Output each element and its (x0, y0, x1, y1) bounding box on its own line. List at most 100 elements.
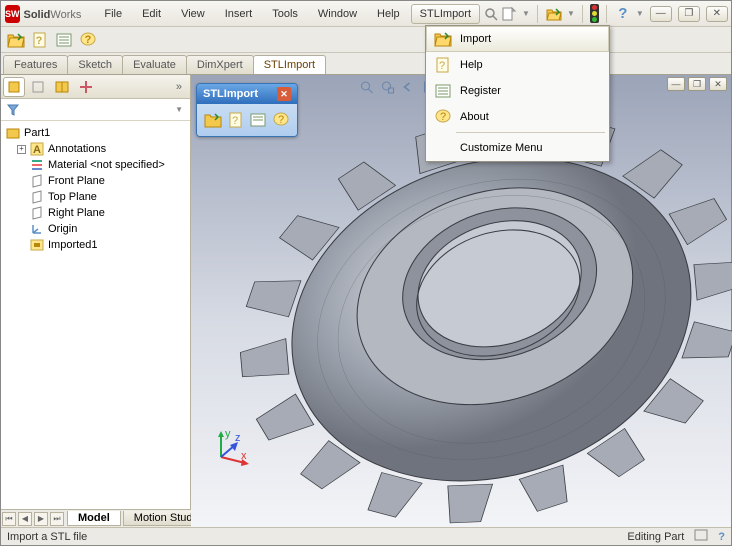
palette-about-icon[interactable]: ? (271, 110, 291, 130)
side-tab-feature-icon[interactable] (3, 77, 25, 97)
title-toolbar: ▼ ▼ ? ▼ — ❐ ✕ (500, 4, 728, 23)
menu-item-about[interactable]: ? About (426, 104, 609, 130)
ribbon-tabs: Features Sketch Evaluate DimXpert STLImp… (1, 53, 731, 75)
dropdown-arrow-icon[interactable]: ▼ (567, 9, 575, 18)
tree-label: Right Plane (48, 207, 105, 219)
tree-filter-bar: ▼ (1, 99, 190, 121)
tab-dimxpert[interactable]: DimXpert (186, 55, 254, 74)
menu-window[interactable]: Window (309, 4, 366, 24)
status-mode: Editing Part (627, 531, 684, 543)
side-tab-config-icon[interactable] (51, 77, 73, 97)
stlimport-palette[interactable]: STLImport ✕ ? ? (196, 83, 298, 137)
app-logo: SW (5, 5, 20, 23)
menu-separator (456, 132, 605, 133)
tree-filter-input[interactable] (25, 104, 172, 116)
titlebar: SW SolidWorks File Edit View Insert Tool… (1, 1, 731, 27)
menubar: File Edit View Insert Tools Window Help … (95, 4, 500, 24)
help-doc-icon[interactable]: ? (29, 29, 51, 51)
tree-label: Imported1 (48, 239, 98, 251)
tab-nav-next-icon[interactable]: ▶ (34, 512, 48, 526)
menu-label: About (460, 111, 489, 123)
prev-view-icon[interactable] (400, 78, 418, 96)
dropdown-arrow-icon[interactable]: ▼ (636, 9, 644, 18)
menu-file[interactable]: File (95, 4, 131, 24)
menu-help[interactable]: Help (368, 4, 409, 24)
new-doc-icon[interactable] (500, 5, 518, 23)
help-doc-icon: ? (432, 56, 454, 74)
annotations-icon: A (29, 142, 45, 156)
traffic-icon[interactable] (590, 4, 599, 23)
filter-dropdown-icon[interactable]: ▼ (172, 105, 186, 114)
svg-text:?: ? (36, 35, 43, 47)
palette-close-button[interactable]: ✕ (277, 87, 291, 101)
import-folder-icon (432, 30, 454, 48)
tree-item-right-plane[interactable]: Right Plane (3, 205, 188, 221)
window-minimize-button[interactable]: — (650, 6, 672, 22)
tab-sketch[interactable]: Sketch (67, 55, 123, 74)
brand-works: Works (50, 9, 81, 21)
palette-help-icon[interactable]: ? (226, 110, 246, 130)
tree-item-top-plane[interactable]: Top Plane (3, 189, 188, 205)
menu-insert[interactable]: Insert (216, 4, 262, 24)
zoom-area-icon[interactable] (379, 78, 397, 96)
svg-text:z: z (235, 432, 241, 444)
status-help-icon[interactable]: ? (718, 531, 725, 543)
blank-icon (432, 139, 454, 157)
tab-nav-first-icon[interactable]: ⏮ (2, 512, 16, 526)
register-list-icon[interactable] (53, 29, 75, 51)
tree-root[interactable]: Part1 (3, 125, 188, 141)
menu-stlimport[interactable]: STLImport (411, 4, 480, 24)
svg-text:?: ? (439, 60, 445, 72)
tab-evaluate[interactable]: Evaluate (122, 55, 187, 74)
tab-nav-prev-icon[interactable]: ◀ (18, 512, 32, 526)
tree-item-origin[interactable]: Origin (3, 221, 188, 237)
viewport-close-button[interactable]: ✕ (709, 77, 727, 91)
side-tab-bar: » (1, 75, 190, 99)
tree-label: Material <not specified> (48, 159, 165, 171)
viewport-restore-button[interactable]: ❐ (688, 77, 706, 91)
window-close-button[interactable]: ✕ (706, 6, 728, 22)
side-collapse-chevron-icon[interactable]: » (170, 81, 188, 93)
menu-label: Customize Menu (460, 142, 543, 154)
side-tab-dimxpert-icon[interactable] (75, 77, 97, 97)
menu-item-customize[interactable]: Customize Menu (426, 135, 609, 161)
viewport-window-buttons: — ❐ ✕ (667, 77, 727, 91)
tree-item-imported1[interactable]: Imported1 (3, 237, 188, 253)
funnel-icon[interactable] (5, 103, 21, 117)
brand-solid: Solid (24, 9, 51, 21)
bottom-tab-model[interactable]: Model (67, 511, 121, 526)
menu-item-register[interactable]: Register (426, 78, 609, 104)
zoom-fit-icon[interactable] (358, 78, 376, 96)
dropdown-arrow-icon[interactable]: ▼ (522, 9, 530, 18)
side-tab-property-icon[interactable] (27, 77, 49, 97)
tab-features[interactable]: Features (3, 55, 68, 74)
menu-view[interactable]: View (172, 4, 214, 24)
origin-icon (29, 222, 45, 236)
main-area: » ▼ Part1 + A Annotations Material <not … (1, 75, 731, 527)
menu-item-import[interactable]: Import (426, 26, 609, 52)
menu-edit[interactable]: Edit (133, 4, 170, 24)
tree-item-front-plane[interactable]: Front Plane (3, 173, 188, 189)
search-icon[interactable] (482, 5, 500, 23)
tree-label: Top Plane (48, 191, 97, 203)
about-bubble-icon[interactable]: ? (77, 29, 99, 51)
svg-text:?: ? (232, 115, 238, 127)
stlimport-menu-dropdown: Import ? Help Register ? About Customize… (425, 25, 610, 162)
plane-icon (29, 174, 45, 188)
palette-register-icon[interactable] (249, 110, 269, 130)
tree-item-annotations[interactable]: + A Annotations (3, 141, 188, 157)
menu-item-help[interactable]: ? Help (426, 52, 609, 78)
palette-titlebar[interactable]: STLImport ✕ (197, 84, 297, 104)
tab-nav-last-icon[interactable]: ⏭ (50, 512, 64, 526)
open-folder-icon[interactable] (545, 5, 563, 23)
tree-item-material[interactable]: Material <not specified> (3, 157, 188, 173)
viewport-minimize-button[interactable]: — (667, 77, 685, 91)
window-restore-button[interactable]: ❐ (678, 6, 700, 22)
import-folder-icon[interactable] (5, 29, 27, 51)
status-units-icon[interactable] (694, 529, 708, 544)
palette-import-icon[interactable] (203, 110, 223, 130)
expand-icon[interactable]: + (17, 145, 26, 154)
menu-tools[interactable]: Tools (263, 4, 307, 24)
help-question-icon[interactable]: ? (614, 5, 632, 23)
tab-stlimport[interactable]: STLImport (253, 55, 326, 74)
